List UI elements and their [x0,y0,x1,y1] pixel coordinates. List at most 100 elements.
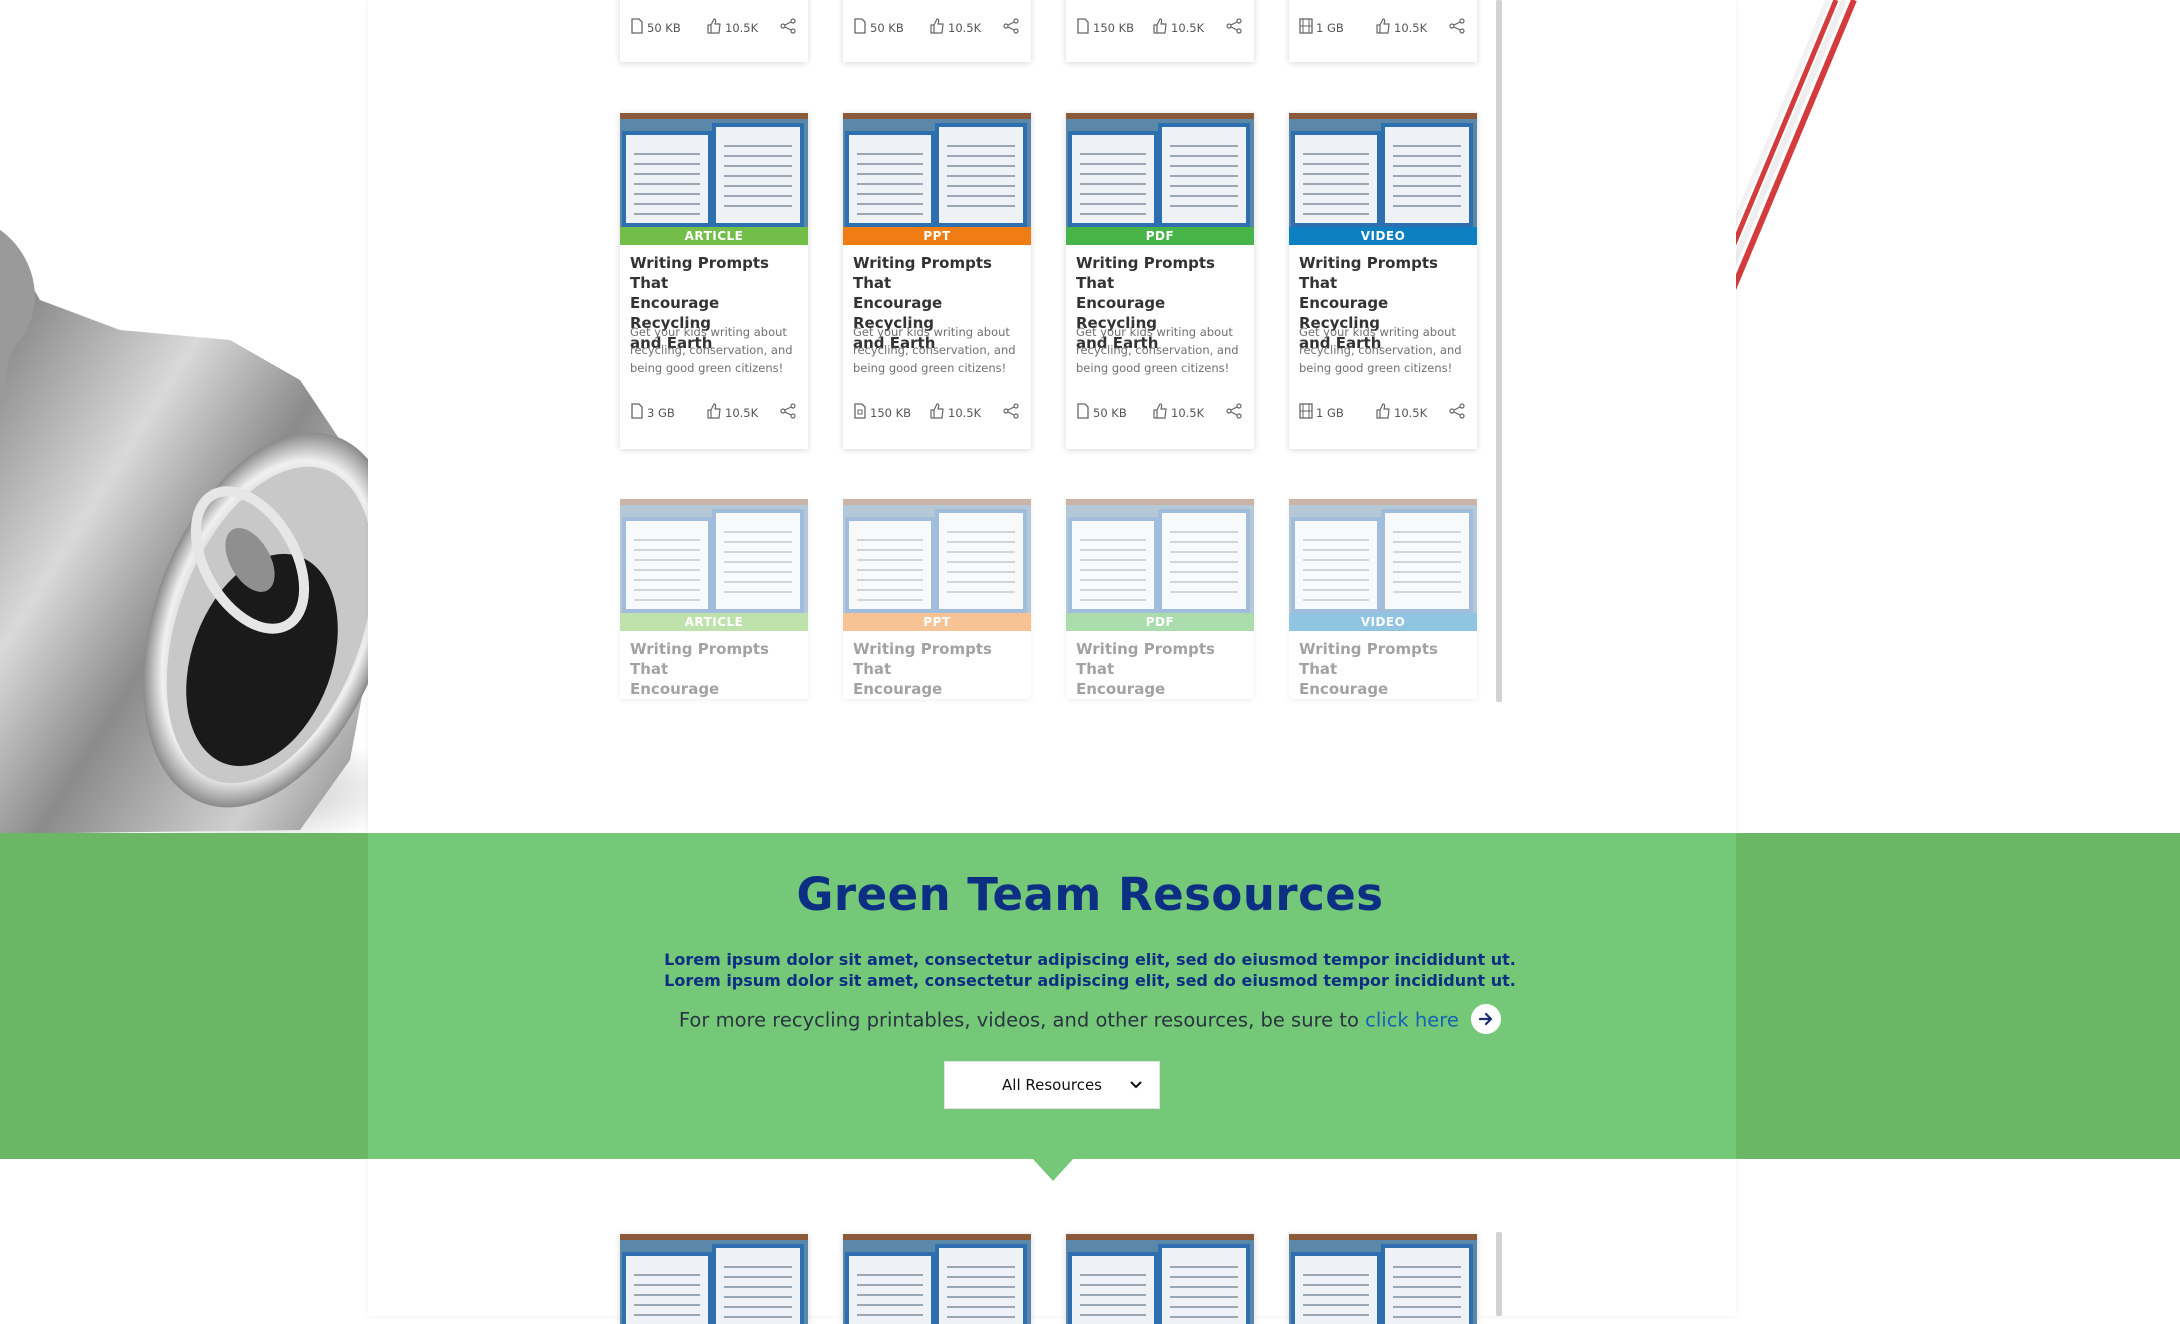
card-title[interactable]: Writing Prompts ThatEncourage Recyclinga… [630,639,802,699]
share-icon[interactable] [1226,18,1242,37]
like-count[interactable]: 10.5K [929,403,981,422]
share-button[interactable] [1226,18,1242,37]
share-button[interactable] [780,403,796,422]
thumb-worksheet [1291,517,1381,613]
share-icon[interactable] [1003,18,1019,37]
card-meta: 1 GB 10.5K [1289,403,1477,427]
card-title-line: Writing Prompts That [853,640,992,678]
card-title[interactable]: Writing Prompts ThatEncourage Recyclinga… [853,639,1025,699]
arrow-right-icon[interactable] [1471,1004,1502,1034]
share-button[interactable] [1003,403,1019,422]
card-description-line: Get your kids writing about [630,325,787,339]
thumbs-up-icon[interactable] [1375,403,1391,422]
like-count[interactable]: 10.5K [706,403,758,422]
results-scrollbar-lower[interactable] [1496,1232,1502,1316]
like-count[interactable]: 10.5K [1152,403,1204,422]
card-thumbnail [843,499,1031,613]
document-icon [630,403,644,422]
share-icon[interactable] [780,403,796,422]
resource-card[interactable] [843,1234,1031,1324]
file-size-value: 50 KB [870,20,904,35]
thumb-worksheet [1158,509,1250,613]
file-size: 50 KB [1076,403,1127,422]
like-count[interactable]: 10.5K [706,18,758,37]
card-title-line: Writing Prompts That [1076,640,1215,678]
share-button[interactable] [1449,403,1465,422]
thumbs-up-icon[interactable] [929,18,945,37]
results-scrollbar[interactable] [1496,0,1502,702]
card-description-line: Get your kids writing about [853,325,1010,339]
like-count[interactable]: 10.5K [1375,18,1427,37]
card-thumbnail [620,1234,808,1324]
card-title[interactable]: Writing Prompts ThatEncourage Recyclinga… [1076,639,1248,699]
card-description: Get your kids writing about recycling, co… [853,323,1025,377]
card-title-line: Writing Prompts That [1076,254,1215,292]
share-icon[interactable] [1449,18,1465,37]
like-count[interactable]: 10.5K [1152,18,1204,37]
thumb-worksheet [845,1252,935,1324]
crushed-can-image [0,0,368,834]
card-description-line: being good green citizens! [1076,361,1230,375]
card-thumbnail [843,1234,1031,1324]
dropdown-selected-label: All Resources [1002,1076,1102,1094]
resource-type-badge: PDF [1066,227,1254,245]
card-description-line: recycling, conservation, and [630,343,793,357]
card-title-line: Writing Prompts That [630,640,769,678]
thumb-worksheet [845,131,935,227]
band-pointer [1032,1158,1074,1181]
resource-card[interactable]: 1 GB 10.5K [1289,0,1477,62]
card-description-line: recycling, conservation, and [1299,343,1462,357]
resource-type-badge: VIDEO [1289,613,1477,631]
share-button[interactable] [1226,403,1242,422]
like-count[interactable]: 10.5K [929,18,981,37]
resource-card[interactable] [1066,1234,1254,1324]
resource-card[interactable]: 50 KB 10.5K [620,0,808,62]
card-thumbnail [1289,1234,1477,1324]
resource-card[interactable]: PPTWriting Prompts ThatEncourage Recycli… [843,499,1031,699]
card-meta: 50 KB 10.5K [843,18,1031,42]
share-icon[interactable] [1226,403,1242,422]
resource-type-badge: VIDEO [1289,227,1477,245]
resource-card[interactable]: PDFWriting Prompts ThatEncourage Recycli… [1066,113,1254,449]
thumb-worksheet [712,123,804,227]
resource-card[interactable]: 50 KB 10.5K [843,0,1031,62]
thumbs-up-icon[interactable] [1375,18,1391,37]
file-size: 150 KB [853,403,911,422]
resource-card[interactable]: PDFWriting Prompts ThatEncourage Recycli… [1066,499,1254,699]
share-icon[interactable] [1003,403,1019,422]
share-button[interactable] [1003,18,1019,37]
click-here-link[interactable]: click here [1365,1009,1459,1032]
thumbs-up-icon[interactable] [1152,18,1168,37]
resource-card[interactable]: ARTICLEWriting Prompts ThatEncourage Rec… [620,499,808,699]
resource-card[interactable]: 150 KB 10.5K [1066,0,1254,62]
card-description-line: being good green citizens! [1299,361,1453,375]
resource-card[interactable]: VIDEO Writing Prompts ThatEncourage Recyc… [1289,499,1477,699]
resources-filter-dropdown[interactable]: All Resources [944,1061,1160,1109]
resource-card[interactable]: ARTICLEWriting Prompts ThatEncourage Rec… [620,113,808,449]
resource-card[interactable]: VIDEOWriting Prompts ThatEncourage Recyc… [1289,113,1477,449]
thumbs-up-icon[interactable] [1152,403,1168,422]
card-meta: 150 KB 10.5K [843,403,1031,427]
share-icon[interactable] [1449,403,1465,422]
card-meta: 150 KB 10.5K [1066,18,1254,42]
share-button[interactable] [780,18,796,37]
share-button[interactable] [1449,18,1465,37]
resource-card[interactable] [1289,1234,1477,1324]
thumbs-up-icon[interactable] [929,403,945,422]
share-icon[interactable] [780,18,796,37]
thumb-worksheet [1381,509,1473,613]
more-resources-label: For more recycling printables, videos, a… [678,1008,1359,1032]
resource-card[interactable]: PPTWriting Prompts ThatEncourage Recycli… [843,113,1031,449]
card-title-line: Encourage Recycling [853,680,943,698]
card-title-line: Encourage Recycling [1299,680,1389,698]
card-description: Get your kids writing about recycling, co… [1076,323,1248,377]
thumbs-up-icon[interactable] [706,18,722,37]
document-icon [1076,18,1090,37]
like-count[interactable]: 10.5K [1375,403,1427,422]
card-title[interactable]: Writing Prompts ThatEncourage Recyclinga… [1299,639,1471,699]
card-description-line: Get your kids writing about [1076,325,1233,339]
thumbs-up-icon[interactable] [706,403,722,422]
thumb-worksheet [935,509,1027,613]
resource-card[interactable] [620,1234,808,1324]
card-thumbnail [1289,113,1477,227]
